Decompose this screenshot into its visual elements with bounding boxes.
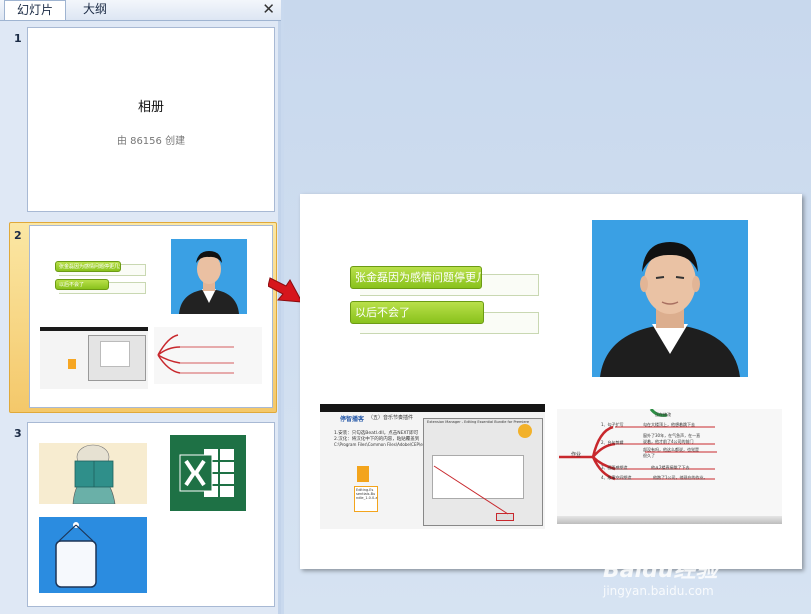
mindmap-item-4: 4、故事空间塑造 (601, 475, 632, 480)
mindmap-note-4: 部没有吗，他这么都说，也觉是 很久了 (643, 447, 699, 458)
slide-number-3: 3 (14, 427, 22, 440)
slide-thumb-1[interactable]: 相册 由 86156 创建 (27, 27, 275, 212)
thumb-mindmap (154, 327, 262, 384)
slide1-subtitle: 由 86156 创建 (116, 136, 186, 147)
thumb-text-box-2: 以后不会了 (55, 279, 109, 290)
main-text-box-1[interactable]: 张金磊因为感情问题停更几天 (350, 266, 482, 289)
mindmap-root: 作业 (571, 452, 582, 458)
mindmap-item-3: 3、画面感塑造 (601, 465, 628, 470)
close-pane-icon[interactable]: ✕ (262, 0, 275, 19)
watermark-logo: Baidu经验 (603, 558, 718, 583)
main-slide[interactable]: 张金磊因为感情问题停更几天 以后不会了 停智播客 （五）音乐节奏插件 1.安装：… (300, 194, 802, 569)
slide-number-1: 1 (14, 32, 22, 45)
thumb-portrait (171, 239, 247, 314)
watermark-url: jingyan.baidu.com (603, 584, 714, 598)
slide-number-2: 2 (14, 229, 22, 242)
excel-icon (170, 435, 246, 511)
pane-tabs: 幻灯片 大纲 ✕ (0, 0, 281, 21)
thumb-screenshot (40, 327, 148, 389)
mindmap-note-6: 他跑了1公司，他现在的作业。 (653, 475, 708, 480)
reading-illustration (39, 443, 147, 504)
screenshot-image[interactable]: 停智播客 （五）音乐节奏插件 1.安装：只勾选Beatl.dll，点击NEXT即… (320, 404, 545, 529)
tab-slides[interactable]: 幻灯片 (4, 0, 66, 20)
slides-pane: 幻灯片 大纲 ✕ 1 相册 由 86156 创建 2 张金磊因为感情问题停更几天… (0, 0, 281, 614)
red-arrow-icon (268, 277, 303, 303)
baidu-watermark: Baidu经验 jingyan.baidu.com (603, 552, 803, 610)
mindmap-note-5: 他从2楼直接跳了下去 (651, 465, 690, 470)
tab-outline[interactable]: 大纲 (67, 0, 123, 20)
mindmap-item-2: 2、台句剪辑 (601, 440, 624, 445)
slide-thumb-3[interactable] (27, 422, 275, 607)
hanging-sign-icon (39, 517, 147, 593)
mindmap-item-1: 1、勾子扩写 (601, 422, 624, 427)
mindmap-note-2: 勾在大楼顶上，他想着跳下去 (643, 422, 695, 427)
portrait-photo[interactable] (592, 220, 748, 377)
slide1-title: 相册 (137, 100, 164, 115)
mindmap-note-3: 窗外了30年，在气急声，在一直说着，他才前了4公司的前门 (643, 433, 701, 444)
slide-thumb-2[interactable]: 张金磊因为感情问题停更几天 以后不会了 (29, 225, 273, 408)
main-text-box-2[interactable]: 以后不会了 (350, 301, 484, 324)
mindmap-note-1: 正在修改 (655, 412, 671, 417)
thumb-text-box-1: 张金磊因为感情问题停更几天 (55, 261, 121, 272)
mindmap-image[interactable]: 作业 1、勾子扩写 2、台句剪辑 3、画面感塑造 4、故事空间塑造 正在修改 勾… (557, 409, 782, 524)
